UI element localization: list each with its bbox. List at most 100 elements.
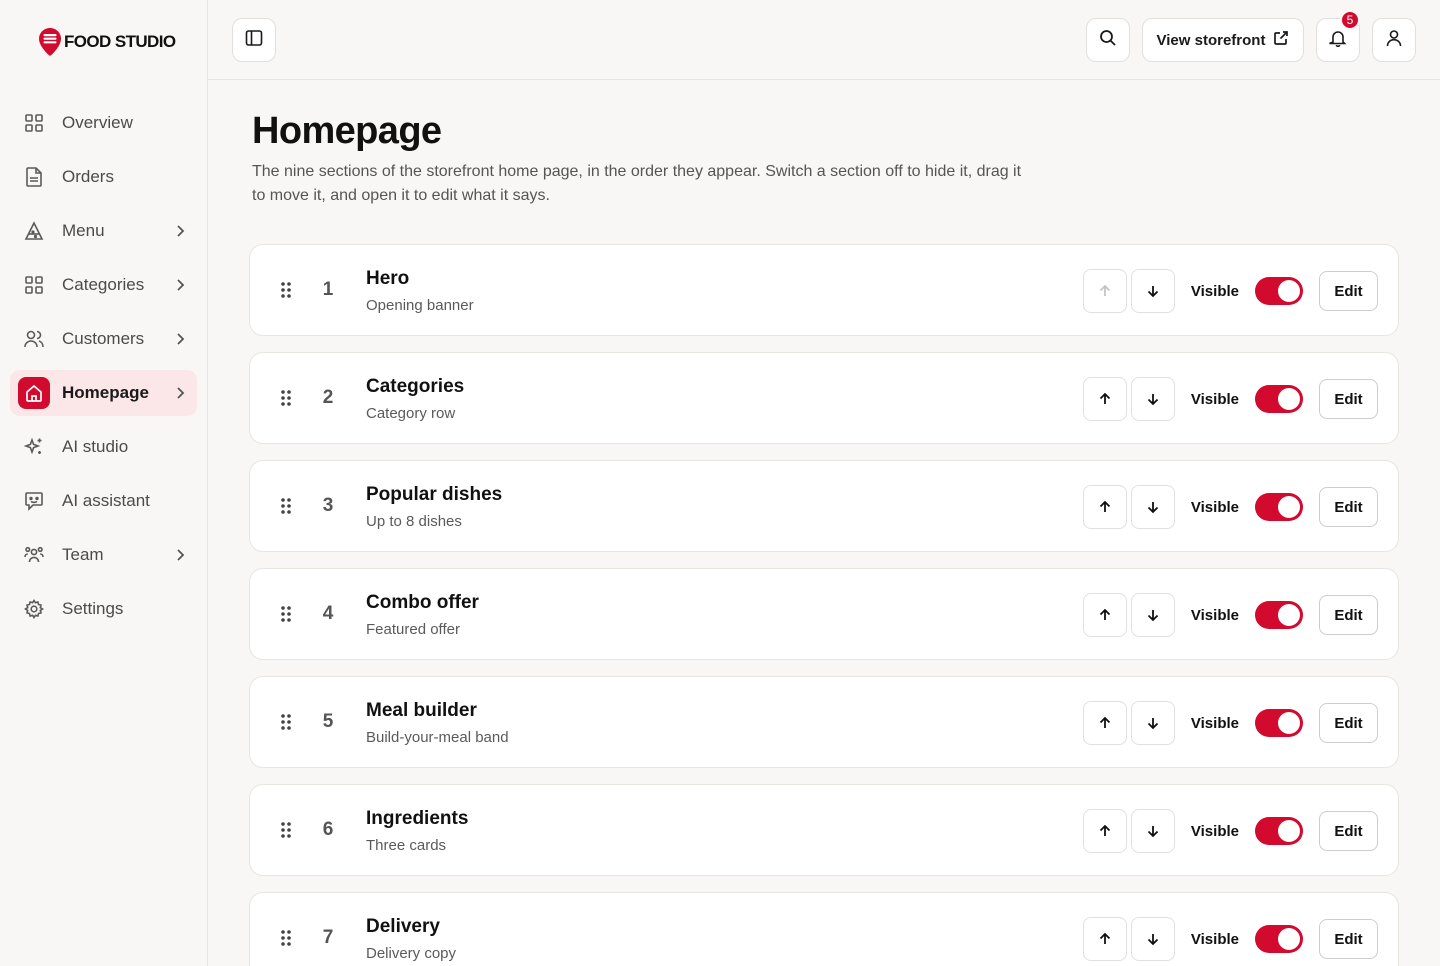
section-subtitle: Build-your-meal band [366,729,509,746]
chat-bot-icon [24,491,44,511]
grid-icon [24,275,44,295]
edit-button[interactable]: Edit [1319,271,1378,311]
users-icon [24,329,44,349]
notifications-button[interactable]: 5 [1316,10,1360,62]
notification-count-badge: 5 [1340,10,1360,30]
section-controls: Visible Edit [1082,485,1378,529]
sidebar-item-menu[interactable]: Menu [10,208,197,254]
view-storefront-label: View storefront [1156,31,1266,49]
sidebar-item-label: Customers [62,329,145,348]
edit-button[interactable]: Edit [1319,595,1378,635]
sidebar: FOOD STUDIO Overview Orders Menu Categor… [0,0,208,966]
move-down-button[interactable] [1130,701,1175,745]
logo[interactable]: FOOD STUDIO [38,27,176,57]
visible-label: Visible [1190,714,1239,732]
move-down-button[interactable] [1130,269,1175,313]
sidebar-item-label: AI assistant [62,491,150,510]
move-up-button[interactable] [1082,701,1127,745]
search-button[interactable] [1086,18,1130,62]
logo-text: FOOD STUDIO [64,32,176,51]
section-row: 2 Categories Category row Visible Edit [249,352,1399,444]
move-up-button[interactable] [1082,809,1127,853]
toggle-knob [1278,928,1300,950]
move-up-button[interactable] [1082,917,1127,961]
sidebar-item-overview[interactable]: Overview [10,100,197,146]
arrow-up-icon [1099,608,1111,620]
arrow-up-icon [1099,716,1111,728]
chevron-right-icon [173,385,187,405]
sidebar-item-categories[interactable]: Categories [10,262,197,308]
chevron-right-icon [173,277,187,297]
toggle-knob [1278,280,1300,302]
move-down-button[interactable] [1130,917,1175,961]
sidebar-toggle-button[interactable] [232,18,276,62]
grid-icon [24,113,44,133]
sidebar-item-label: Homepage [62,383,149,402]
sidebar-item-label: Overview [62,113,133,132]
section-controls: Visible Edit [1082,593,1378,637]
visibility-toggle[interactable] [1255,817,1303,845]
section-number: 4 [322,603,334,624]
section-row: 4 Combo offer Featured offer Visible Edi… [249,568,1399,660]
arrow-up-icon [1099,500,1111,512]
visible-label: Visible [1190,930,1239,948]
move-down-button[interactable] [1130,809,1175,853]
drag-handle-icon[interactable] [280,821,292,844]
move-down-button[interactable] [1130,377,1175,421]
visibility-toggle[interactable] [1255,601,1303,629]
edit-button[interactable]: Edit [1319,811,1378,851]
section-controls: Visible Edit [1082,809,1378,853]
chevron-right-icon [173,331,187,351]
sidebar-item-settings[interactable]: Settings [10,586,197,632]
section-title: Hero [366,268,410,289]
drag-handle-icon[interactable] [280,713,292,736]
edit-button[interactable]: Edit [1319,379,1378,419]
view-storefront-button[interactable]: View storefront [1142,18,1304,62]
search-icon [1099,29,1117,52]
sidebar-item-label: Settings [62,599,124,618]
section-row: 1 Hero Opening banner Visible Edit [249,244,1399,336]
drag-handle-icon[interactable] [280,929,292,952]
sidebar-item-team[interactable]: Team [10,532,197,578]
section-subtitle: Opening banner [366,297,474,314]
drag-handle-icon[interactable] [280,281,292,304]
edit-button[interactable]: Edit [1319,703,1378,743]
drag-handle-icon[interactable] [280,605,292,628]
team-icon [24,545,44,565]
visibility-toggle[interactable] [1255,925,1303,953]
visibility-toggle[interactable] [1255,709,1303,737]
edit-button[interactable]: Edit [1319,919,1378,959]
sparkle-icon [24,437,44,457]
pizza-slice-icon [24,221,44,241]
edit-button[interactable]: Edit [1319,487,1378,527]
visibility-toggle[interactable] [1255,385,1303,413]
visible-label: Visible [1190,282,1239,300]
sidebar-item-customers[interactable]: Customers [10,316,197,362]
section-number: 1 [322,279,334,300]
section-row: 5 Meal builder Build-your-meal band Visi… [249,676,1399,768]
section-number: 2 [322,387,334,408]
move-up-button[interactable] [1082,377,1127,421]
sidebar-item-homepage[interactable]: Homepage [10,370,197,416]
visibility-toggle[interactable] [1255,277,1303,305]
move-up-button[interactable] [1082,593,1127,637]
page-description: The nine sections of the storefront home… [252,163,1022,204]
visibility-toggle[interactable] [1255,493,1303,521]
sidebar-item-orders[interactable]: Orders [10,154,197,200]
drag-handle-icon[interactable] [280,497,292,520]
drag-handle-icon[interactable] [280,389,292,412]
move-up-button[interactable] [1082,269,1127,313]
move-up-button[interactable] [1082,485,1127,529]
sidebar-item-label: Orders [62,167,114,186]
arrow-up-icon [1099,284,1111,296]
move-down-button[interactable] [1130,485,1175,529]
account-button[interactable] [1372,18,1416,62]
sidebar-item-ai-assistant[interactable]: AI assistant [10,478,197,524]
section-row: 3 Popular dishes Up to 8 dishes Visible … [249,460,1399,552]
sidebar-item-ai-studio[interactable]: AI studio [10,424,197,470]
section-subtitle: Three cards [366,837,447,854]
move-down-button[interactable] [1130,593,1175,637]
arrow-down-icon [1147,502,1159,514]
map-pin-logo-icon [39,28,61,56]
section-subtitle: Delivery copy [366,945,457,962]
